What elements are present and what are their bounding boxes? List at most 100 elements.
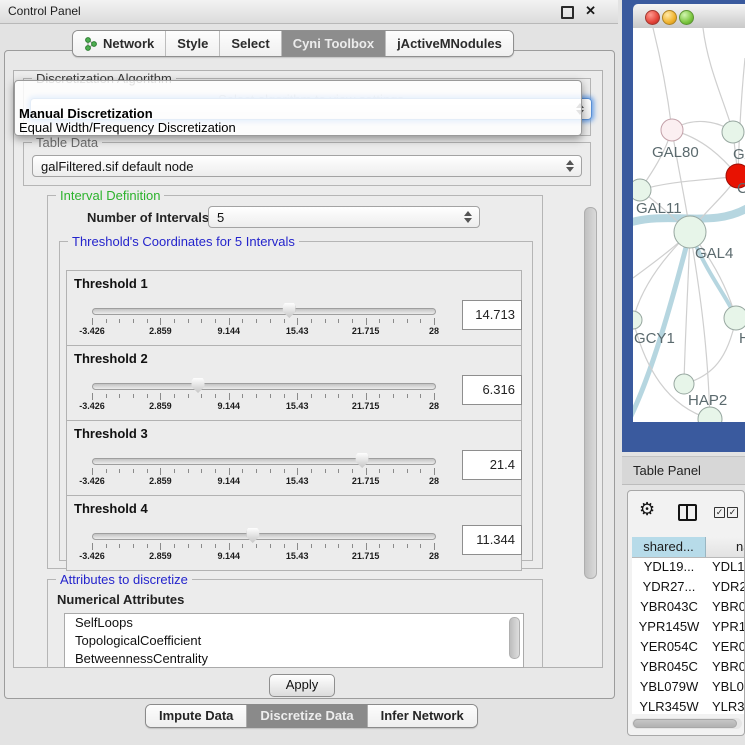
tick-mark bbox=[297, 543, 298, 550]
cell-name[interactable]: YER0 bbox=[706, 637, 745, 657]
cell-name[interactable]: YPR1 bbox=[706, 617, 745, 637]
tick-mark bbox=[434, 393, 435, 400]
network-node-green[interactable] bbox=[633, 311, 642, 329]
tick-label: 15.43 bbox=[286, 551, 309, 561]
tick-mark bbox=[229, 318, 230, 325]
tick-label: 21.715 bbox=[352, 551, 380, 561]
tick-mark bbox=[215, 319, 216, 323]
tick-mark bbox=[366, 468, 367, 475]
table-row[interactable]: YER054CYER0 bbox=[632, 637, 745, 657]
column-header-name[interactable]: na bbox=[706, 537, 745, 557]
threshold-value-field[interactable]: 11.344 bbox=[462, 525, 522, 555]
cell-shared-name[interactable]: YBR043C bbox=[632, 597, 706, 617]
network-node-green[interactable] bbox=[722, 121, 744, 143]
threshold-label: Threshold 1 bbox=[74, 276, 148, 291]
cell-name[interactable]: YBR0 bbox=[706, 597, 745, 617]
slider-thumb[interactable] bbox=[356, 453, 369, 468]
threshold-value-field[interactable]: 14.713 bbox=[462, 300, 522, 330]
column-header-shared-name[interactable]: shared... bbox=[632, 537, 706, 557]
table-row[interactable]: YPR145WYPR1 bbox=[632, 617, 745, 637]
tab-impute-data[interactable]: Impute Data bbox=[146, 705, 246, 727]
table-row[interactable]: YBR045CYBR0 bbox=[632, 657, 745, 677]
network-node-green[interactable] bbox=[724, 306, 745, 330]
network-node-green[interactable] bbox=[674, 216, 706, 248]
tab-infer-network[interactable]: Infer Network bbox=[367, 705, 477, 727]
tick-label: 21.715 bbox=[352, 476, 380, 486]
threshold-slider[interactable]: -3.4262.8599.14415.4321.71528 bbox=[92, 380, 434, 414]
cell-name[interactable]: YDR2 bbox=[706, 577, 745, 597]
checkbox-icon[interactable] bbox=[714, 507, 725, 518]
attribute-list-item[interactable]: SelfLoops bbox=[65, 614, 523, 632]
columns-icon[interactable] bbox=[678, 504, 697, 521]
tab-discretize-data[interactable]: Discretize Data bbox=[246, 705, 366, 727]
close-traffic-light-icon[interactable] bbox=[645, 10, 660, 25]
network-canvas[interactable]: GAL80GACGAL11GAL4GCY1HHAP2 bbox=[633, 28, 745, 422]
cell-name[interactable]: YDL1 bbox=[706, 557, 745, 577]
popup-item-manual[interactable]: Manual Discretization bbox=[19, 106, 153, 121]
table-row[interactable]: YDR27...YDR2 bbox=[632, 577, 745, 597]
tab-style[interactable]: Style bbox=[165, 31, 219, 56]
threshold-value-field[interactable]: 6.316 bbox=[462, 375, 522, 405]
tick-mark bbox=[338, 544, 339, 548]
cell-shared-name[interactable]: YDL19... bbox=[632, 557, 706, 577]
gear-icon[interactable]: ⚙ bbox=[639, 500, 655, 518]
slider-thumb[interactable] bbox=[283, 303, 296, 318]
table-hscrollbar-thumb[interactable] bbox=[633, 719, 737, 728]
number-of-intervals-combobox[interactable]: 5 bbox=[208, 206, 480, 228]
tick-mark bbox=[215, 469, 216, 473]
cell-shared-name[interactable]: YLR345W bbox=[632, 697, 706, 714]
network-node-pink[interactable] bbox=[661, 119, 683, 141]
tick-mark bbox=[434, 318, 435, 325]
table-row[interactable]: YDL19...YDL1 bbox=[632, 557, 745, 577]
cell-name[interactable]: YBR0 bbox=[706, 657, 745, 677]
table-row[interactable]: YBL079WYBL0 bbox=[632, 677, 745, 697]
cell-shared-name[interactable]: YER054C bbox=[632, 637, 706, 657]
cell-shared-name[interactable]: YDR27... bbox=[632, 577, 706, 597]
slider-track[interactable] bbox=[92, 458, 436, 465]
tab-select[interactable]: Select bbox=[219, 31, 280, 56]
float-window-icon[interactable] bbox=[561, 6, 574, 19]
list-scrollbar-thumb[interactable] bbox=[509, 617, 520, 659]
tick-mark bbox=[147, 469, 148, 473]
cell-shared-name[interactable]: YPR145W bbox=[632, 617, 706, 637]
zoom-traffic-light-icon[interactable] bbox=[679, 10, 694, 25]
threshold-slider[interactable]: -3.4262.8599.14415.4321.71528 bbox=[92, 530, 434, 564]
popup-item-equal-width[interactable]: Equal Width/Frequency Discretization bbox=[19, 120, 236, 135]
table-data-combobox[interactable]: galFiltered.sif default node bbox=[32, 155, 582, 177]
network-node-green[interactable] bbox=[674, 374, 694, 394]
network-window-titlebar[interactable] bbox=[633, 4, 745, 29]
slider-track[interactable] bbox=[92, 533, 436, 540]
threshold-slider[interactable]: -3.4262.8599.14415.4321.71528 bbox=[92, 455, 434, 489]
threshold-value-field[interactable]: 21.4 bbox=[462, 450, 522, 480]
numerical-attributes-list[interactable]: SelfLoopsTopologicalCoefficientBetweenne… bbox=[64, 613, 524, 668]
network-node-green[interactable] bbox=[698, 407, 722, 422]
slider-track[interactable] bbox=[92, 308, 436, 315]
tick-mark bbox=[338, 319, 339, 323]
slider-thumb[interactable] bbox=[246, 528, 259, 543]
slider-ticks bbox=[92, 318, 434, 325]
checkbox-icon[interactable] bbox=[727, 507, 738, 518]
tab-network[interactable]: Network bbox=[73, 31, 165, 56]
table-row[interactable]: YBR043CYBR0 bbox=[632, 597, 745, 617]
table-row[interactable]: YLR345WYLR3 bbox=[632, 697, 745, 714]
threshold-slider[interactable]: -3.4262.8599.14415.4321.71528 bbox=[92, 305, 434, 339]
table-hscrollbar[interactable] bbox=[632, 718, 742, 729]
slider-track[interactable] bbox=[92, 383, 436, 390]
panel-scrollbar-thumb[interactable] bbox=[584, 207, 597, 579]
tab-cyni-toolbox[interactable]: Cyni Toolbox bbox=[281, 31, 385, 56]
cell-name[interactable]: YLR3 bbox=[706, 697, 745, 714]
attribute-list-item[interactable]: BetweennessCentrality bbox=[65, 650, 523, 668]
tick-mark bbox=[147, 544, 148, 548]
node-label: C bbox=[737, 180, 745, 197]
cell-shared-name[interactable]: YBR045C bbox=[632, 657, 706, 677]
network-node-green[interactable] bbox=[633, 179, 651, 201]
close-icon[interactable] bbox=[585, 3, 596, 19]
cell-name[interactable]: YBL0 bbox=[706, 677, 745, 697]
cell-shared-name[interactable]: YBL079W bbox=[632, 677, 706, 697]
tab-jactivemnodules[interactable]: jActiveMNodules bbox=[385, 31, 513, 56]
attribute-list-item[interactable]: TopologicalCoefficient bbox=[65, 632, 523, 650]
threshold-label: Threshold 3 bbox=[74, 426, 148, 441]
minimize-traffic-light-icon[interactable] bbox=[662, 10, 677, 25]
apply-button[interactable]: Apply bbox=[269, 674, 335, 697]
slider-thumb[interactable] bbox=[192, 378, 205, 393]
